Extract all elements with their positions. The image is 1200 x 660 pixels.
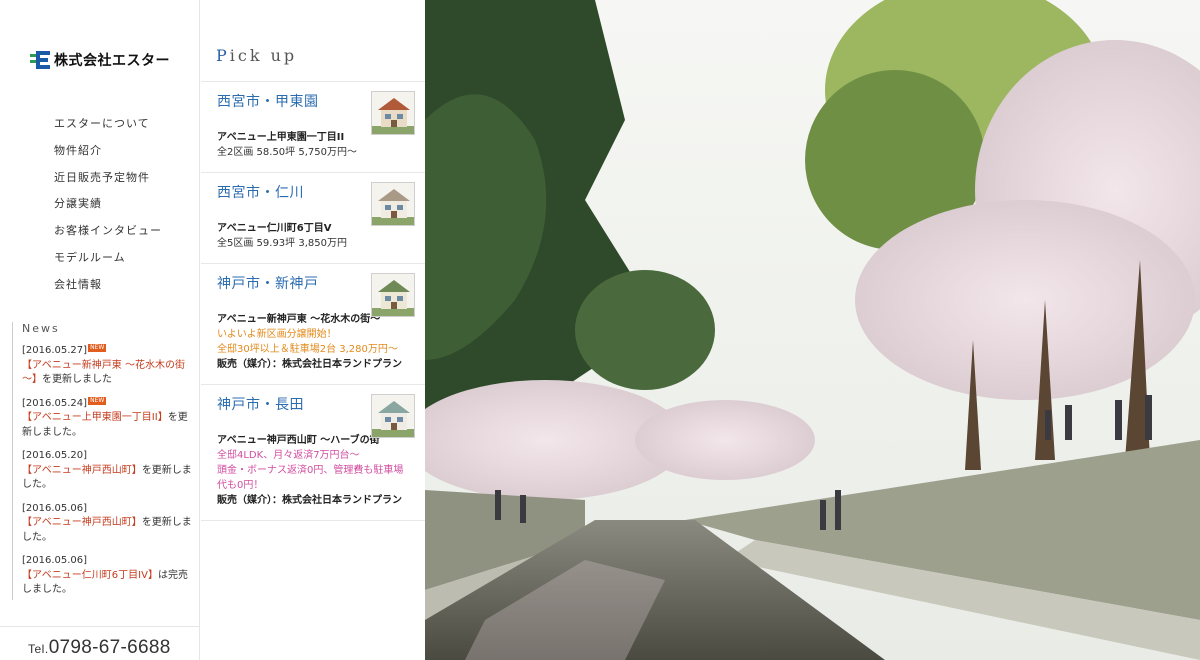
hero-image: [425, 0, 1200, 660]
pickup-detail: 販売（媒介）：株式会社日本ランドプラン: [217, 495, 402, 506]
house-icon: [372, 395, 414, 437]
news-section: News [2016.05.27] NEW 【アベニュー新神戸東 ～花水木の街～】を…: [12, 322, 192, 600]
pickup-card[interactable]: 神戸市・長田 アベニュー神戸西山町 ～ハーブの街 全邸4LDK、月々返済7万円台～頭…: [201, 385, 425, 521]
nav-item-properties[interactable]: 物件紹介: [54, 143, 162, 170]
pickup-card[interactable]: 西宮市・仁川 アベニュー仁川町6丁目V 全5区画 59.93坪 3,850万円: [201, 173, 425, 264]
pickup-detail: 全5区画 59.93坪 3,850万円: [217, 238, 347, 249]
nav-item-interviews[interactable]: お客様インタビュー: [54, 223, 162, 250]
news-link[interactable]: 【アベニュー神戸西山町】: [22, 517, 142, 528]
new-badge: NEW: [88, 344, 107, 352]
pickup-detail: 全邸4LDK、月々返済7万円台～: [217, 450, 360, 461]
contact-phone[interactable]: Tel.0798-67-6688: [28, 637, 171, 659]
house-thumbnail[interactable]: [371, 273, 415, 317]
nav-item-results[interactable]: 分譲実績: [54, 196, 162, 223]
sidebar: 株式会社エスター エスターについて 物件紹介 近日販売予定物件 分譲実績 お客様…: [0, 0, 200, 660]
news-item: [2016.05.24] NEW 【アベニュー上甲東園一丁目II】を更新しました。: [22, 396, 192, 441]
news-link[interactable]: 【アベニュー上甲東園一丁目II】: [22, 412, 168, 423]
house-icon: [372, 183, 414, 225]
news-item: [2016.05.06] 【アベニュー仁川町6丁目IV】は完売しました。: [22, 554, 192, 598]
nav-item-about[interactable]: エスターについて: [54, 116, 162, 143]
pickup-heading-rest: ick up: [229, 46, 298, 65]
pickup-list: 西宮市・甲東園 アベニュー上甲東園一丁目II 全2区画 58.50坪 5,750万円…: [201, 81, 425, 521]
house-icon: [372, 274, 414, 316]
pickup-card[interactable]: 西宮市・甲東園 アベニュー上甲東園一丁目II 全2区画 58.50坪 5,750万円…: [201, 82, 425, 173]
news-item: [2016.05.20] 【アベニュー神戸西山町】を更新しました。: [22, 449, 192, 493]
new-badge: NEW: [88, 396, 107, 405]
news-date: [2016.05.27]: [22, 345, 88, 356]
nav-item-upcoming[interactable]: 近日販売予定物件: [54, 170, 162, 197]
news-link[interactable]: 【アベニュー神戸西山町】: [22, 465, 142, 476]
pickup-detail: 全邸30坪以上＆駐車場2台 3,280万円～: [217, 344, 398, 355]
news-item: [2016.05.06] 【アベニュー神戸西山町】を更新しました。: [22, 502, 192, 546]
pickup-detail: 販売（媒介）：株式会社日本ランドプラン: [217, 359, 402, 370]
logo[interactable]: 株式会社エスター: [30, 50, 170, 70]
house-thumbnail[interactable]: [371, 394, 415, 438]
cherry-blossom-canal-photo: [425, 0, 1200, 660]
pickup-detail: 全2区画 58.50坪 5,750万円～: [217, 147, 357, 158]
news-link[interactable]: 【アベニュー仁川町6丁目IV】: [22, 570, 158, 581]
news-heading: News: [22, 322, 60, 335]
tel-label: Tel.: [28, 642, 49, 656]
tel-number: 0798-67-6688: [48, 637, 171, 658]
pickup-heading: Pick up: [216, 46, 297, 65]
pickup-heading-initial: P: [216, 46, 230, 65]
brand-name: 株式会社エスター: [54, 53, 170, 69]
news-date: [2016.05.06]: [22, 555, 88, 566]
house-thumbnail[interactable]: [371, 182, 415, 226]
nav-item-model-room[interactable]: モデルルーム: [54, 250, 162, 277]
news-date: [2016.05.20]: [22, 450, 88, 461]
pickup-detail: いよいよ新区画分譲開始！: [217, 329, 337, 340]
news-date: [2016.05.06]: [22, 502, 88, 514]
news-suffix: を更新しました: [42, 374, 112, 385]
global-nav: エスターについて 物件紹介 近日販売予定物件 分譲実績 お客様インタビュー モデ…: [54, 116, 162, 304]
news-date: [2016.05.24]: [22, 397, 88, 409]
house-thumbnail[interactable]: [371, 91, 415, 135]
nav-item-company[interactable]: 会社情報: [54, 277, 162, 304]
news-item: [2016.05.27] NEW 【アベニュー新神戸東 ～花水木の街～】を更新しまし…: [22, 344, 192, 388]
logo-icon: [30, 51, 50, 69]
pickup-column: Pick up 西宮市・甲東園 アベニュー上甲東園一丁目II 全2区画 58.50坪…: [201, 0, 425, 660]
pickup-detail: 頭金・ボーナス返済0円、管理費も駐車場代も0円！: [217, 465, 404, 491]
pickup-card[interactable]: 神戸市・新神戸 アベニュー新神戸東 ～花水木の街～ いよいよ新区画分譲開始！ 全邸30…: [201, 264, 425, 385]
news-list: [2016.05.27] NEW 【アベニュー新神戸東 ～花水木の街～】を更新しまし…: [22, 344, 192, 598]
house-icon: [372, 92, 414, 134]
